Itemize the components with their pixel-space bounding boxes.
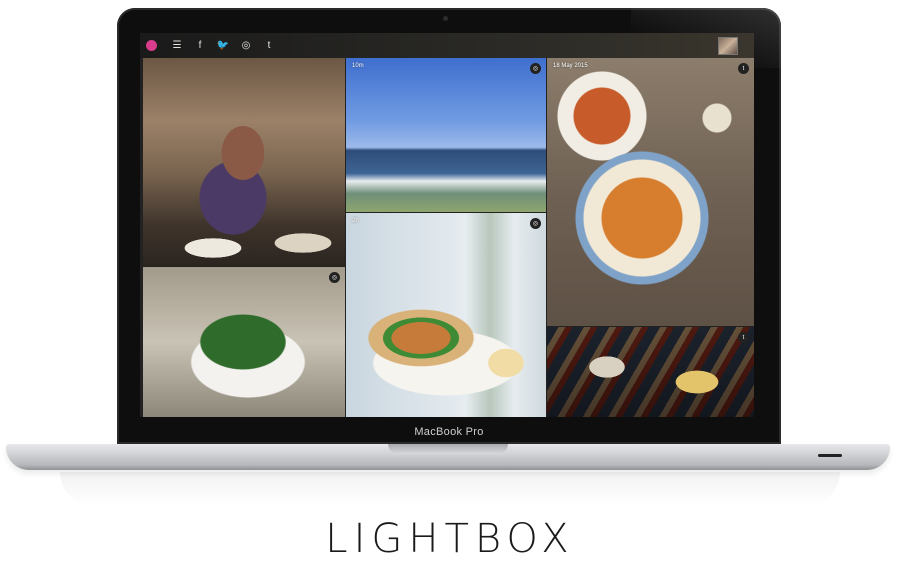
- logo-icon[interactable]: [146, 40, 157, 51]
- led-indicator: [818, 454, 842, 457]
- tile-time: 10m: [352, 63, 364, 69]
- instagram-icon[interactable]: ◎: [237, 37, 255, 55]
- screen: ☰ f 🐦 ◎ t 10m ◎ 18 May 2015 t ◎ 2h ◎ t: [140, 33, 754, 417]
- camera-icon: [443, 16, 448, 21]
- tile-picnic[interactable]: t: [547, 327, 754, 417]
- tile-beets[interactable]: ◎: [143, 267, 345, 417]
- laptop-reflection: [60, 472, 840, 506]
- twitter-icon: t: [738, 63, 749, 74]
- tumblr-icon[interactable]: t: [260, 37, 278, 55]
- facebook-icon[interactable]: f: [191, 37, 209, 55]
- tile-chef[interactable]: [143, 58, 345, 266]
- top-bar: ☰ f 🐦 ◎ t: [140, 33, 754, 58]
- caption-lightbox: LIGHTBOX: [325, 516, 575, 562]
- tile-time: 18 May 2015: [553, 63, 588, 69]
- instagram-icon: ◎: [530, 218, 541, 229]
- tile-time: 2h: [352, 218, 359, 224]
- tile-sandwich[interactable]: 2h ◎: [346, 213, 546, 417]
- twitter-icon: t: [738, 332, 749, 343]
- tile-pasta[interactable]: 18 May 2015 t: [547, 58, 754, 326]
- twitter-icon[interactable]: 🐦: [214, 37, 232, 55]
- instagram-icon: ◎: [530, 63, 541, 74]
- avatar[interactable]: [718, 37, 738, 55]
- tile-sea[interactable]: 10m ◎: [346, 58, 546, 212]
- instagram-icon: ◎: [329, 272, 340, 283]
- laptop-notch: [388, 444, 508, 454]
- laptop-brand: MacBook Pro: [414, 426, 484, 438]
- list-icon[interactable]: ☰: [168, 37, 186, 55]
